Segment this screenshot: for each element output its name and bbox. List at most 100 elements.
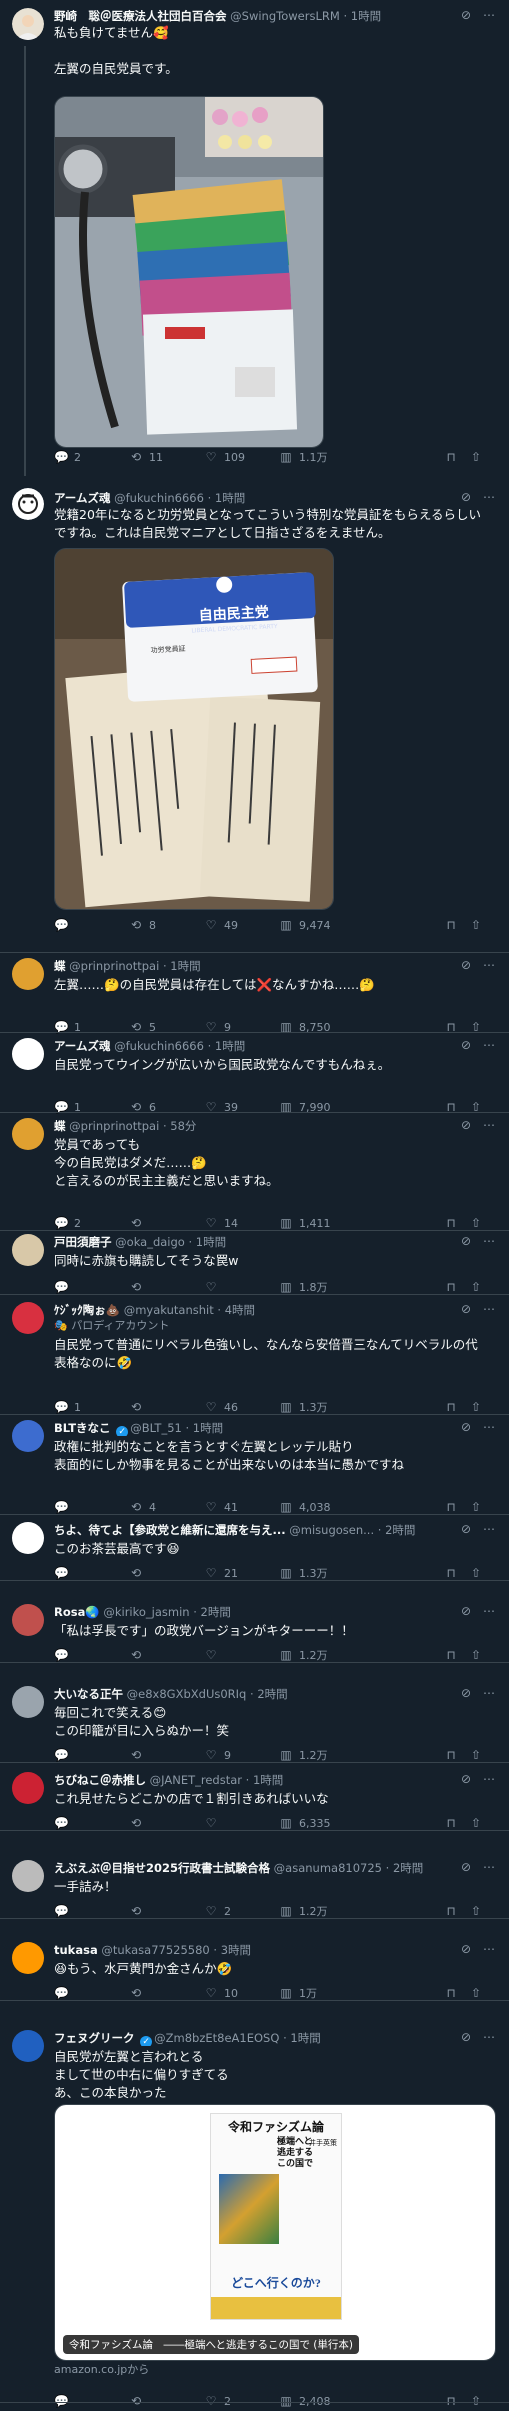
reply-button[interactable]: 💬 2 (54, 448, 81, 466)
display-name[interactable]: Rosa🌏 (54, 1605, 100, 1619)
handle[interactable]: @myakutanshit (124, 1303, 214, 1317)
like-button[interactable]: ♡ 9 (204, 1018, 231, 1036)
avatar[interactable] (12, 1604, 44, 1636)
timestamp[interactable]: 4時間 (225, 1303, 255, 1317)
avatar[interactable] (12, 1942, 44, 1974)
handle[interactable]: @fukuchin6666 (114, 491, 204, 505)
tweet[interactable]: フェヌグリーク ✓ @Zm8bzEt8eA1EOSQ · 1時間 ⊘ ⋯ 自民党が左翼と… (0, 2030, 509, 2408)
grok-icon[interactable]: ⊘ (459, 490, 473, 504)
share-button[interactable]: ⇧ (469, 916, 489, 934)
timestamp[interactable]: 1時間 (290, 2031, 320, 2045)
like-button[interactable]: ♡ 49 (204, 916, 238, 934)
avatar[interactable] (12, 1522, 44, 1554)
more-icon[interactable]: ⋯ (481, 8, 497, 22)
handle[interactable]: @prinprinottpai (69, 1119, 159, 1133)
avatar[interactable] (12, 8, 44, 40)
timestamp[interactable]: 1時間 (193, 1421, 223, 1435)
reply-button[interactable]: 💬 (54, 2392, 74, 2410)
more-icon[interactable]: ⋯ (481, 1522, 497, 1536)
tweet[interactable]: アームズ魂 @fukuchin6666 · 1時間 ⊘ ⋯ 党籍20年になると功… (0, 476, 509, 948)
tweet[interactable]: tukasa @tukasa77525580 · 3時間 ⊘ ⋯ 😆もう、水戸黄門か金… (0, 1942, 509, 2000)
bookmark-button[interactable]: ⊓ (444, 1098, 464, 1116)
more-icon[interactable]: ⋯ (481, 1118, 497, 1132)
tweet[interactable]: Rosa🌏 @kiriko_jasmin · 2時間 ⊘ ⋯ 「私は孚長です」の政党バ… (0, 1604, 509, 1662)
views-button[interactable]: ▥ 1.1万 (279, 448, 327, 466)
tweet[interactable]: ちよ、待てよ【参政党と維新に還席を与え... @misugosen... · 2… (0, 1522, 509, 1580)
share-button[interactable]: ⇧ (469, 448, 489, 466)
share-button[interactable]: ⇧ (469, 1018, 489, 1036)
retweet-button[interactable]: ⟲ (129, 2392, 149, 2410)
avatar[interactable] (12, 1118, 44, 1150)
like-button[interactable]: ♡ 39 (204, 1098, 238, 1116)
display-name[interactable]: tukasa (54, 1943, 98, 1957)
display-name[interactable]: 蝶 (54, 1119, 66, 1133)
tweet[interactable]: ｹｼﾞｯｸ陶ぉ💩 @myakutanshit · 4時間 ⊘ ⋯ 🎭 パロディアカウン… (0, 1302, 509, 1414)
handle[interactable]: @oka_daigo (115, 1235, 185, 1249)
avatar[interactable] (12, 1302, 44, 1334)
tweet[interactable]: アームズ魂 @fukuchin6666 · 1時間 ⊘ ⋯ 自民党ってウイングが広いか… (0, 1038, 509, 1114)
views-button[interactable]: ▥ 8,750 (279, 1018, 330, 1036)
card-domain[interactable]: amazon.co.jpから (54, 2362, 149, 2378)
reply-button[interactable]: 💬 (54, 916, 74, 934)
handle[interactable]: @kiriko_jasmin (103, 1605, 189, 1619)
grok-icon[interactable]: ⊘ (459, 1234, 473, 1248)
display-name[interactable]: アームズ魂 (54, 491, 110, 505)
grok-icon[interactable]: ⊘ (459, 1772, 473, 1786)
display-name[interactable]: アームズ魂 (54, 1039, 110, 1053)
tweet[interactable]: えぶえぶ＠目指せ2025行政書士試験合格 @asanuma810725 · 2時… (0, 1860, 509, 1918)
avatar[interactable] (12, 1038, 44, 1070)
tweet[interactable]: 大いなる正午 @e8x8GXbXdUs0RIq · 2時間 ⊘ ⋯ 毎回これで笑える😊… (0, 1686, 509, 1762)
reply-button[interactable]: 💬 1 (54, 1098, 81, 1116)
display-name[interactable]: 戸田須磨子 (54, 1235, 112, 1249)
more-icon[interactable]: ⋯ (481, 1302, 497, 1316)
timestamp[interactable]: 58分 (170, 1119, 196, 1133)
avatar[interactable] (12, 1860, 44, 1892)
handle[interactable]: @tukasa77525580 (101, 1943, 209, 1957)
timestamp[interactable]: 1時間 (215, 1039, 245, 1053)
tweet[interactable]: 野崎 聡＠医療法人社団白百合会 @SwingTowersLRM · 1時間 ⊘ … (0, 8, 509, 476)
display-name[interactable]: BLTきなこ (54, 1421, 111, 1435)
share-button[interactable]: ⇧ (469, 2392, 489, 2410)
avatar[interactable] (12, 2030, 44, 2062)
tweet[interactable]: ちびねこ＠赤推し @JANET_redstar · 1時間 ⊘ ⋯ これ見せたらどこか… (0, 1772, 509, 1830)
more-icon[interactable]: ⋯ (481, 2030, 497, 2044)
display-name[interactable]: ちびねこ＠赤推し (54, 1773, 146, 1787)
link-card[interactable]: 令和ファシズム論 極端へと 逃走する この国で 井手英策 どこへ行くのか? 令和… (54, 2104, 496, 2361)
more-icon[interactable]: ⋯ (481, 1860, 497, 1874)
grok-icon[interactable]: ⊘ (459, 1860, 473, 1874)
display-name[interactable]: 蝶 (54, 959, 66, 973)
timestamp[interactable]: 1時間 (253, 1773, 283, 1787)
more-icon[interactable]: ⋯ (481, 1604, 497, 1618)
tweet[interactable]: 蝶 @prinprinottpai · 1時間 ⊘ ⋯ 左翼……🤔の自民党員は存在して… (0, 958, 509, 1034)
handle[interactable]: @Zm8bzEt8eA1EOSQ (154, 2031, 279, 2045)
handle[interactable]: @fukuchin6666 (114, 1039, 204, 1053)
retweet-button[interactable]: ⟲ 8 (129, 916, 156, 934)
timestamp[interactable]: 2時間 (393, 1861, 423, 1875)
grok-icon[interactable]: ⊘ (459, 1118, 473, 1132)
handle[interactable]: @asanuma810725 (274, 1861, 382, 1875)
grok-icon[interactable]: ⊘ (459, 958, 473, 972)
avatar[interactable] (12, 1772, 44, 1804)
tweet-image[interactable]: 自由民主党 LIBERAL DEMOCRATIC PARTY 功労党員証 (54, 548, 334, 910)
tweet[interactable]: 戸田須磨子 @oka_daigo · 1時間 ⊘ ⋯ 同時に赤旗も購読してそうな罠w 💬… (0, 1234, 509, 1294)
display-name[interactable]: ちよ、待てよ【参政党と維新に還席を与え... (54, 1523, 286, 1537)
handle[interactable]: @BLT_51 (130, 1421, 182, 1435)
avatar[interactable] (12, 1686, 44, 1718)
grok-icon[interactable]: ⊘ (459, 1604, 473, 1618)
handle[interactable]: @SwingTowersLRM (230, 9, 340, 23)
grok-icon[interactable]: ⊘ (459, 1942, 473, 1956)
timestamp[interactable]: 1時間 (351, 9, 381, 23)
timestamp[interactable]: 1時間 (196, 1235, 226, 1249)
retweet-button[interactable]: ⟲ 11 (129, 448, 163, 466)
timestamp[interactable]: 2時間 (201, 1605, 231, 1619)
bookmark-button[interactable]: ⊓ (444, 448, 464, 466)
handle[interactable]: @e8x8GXbXdUs0RIq (127, 1687, 247, 1701)
more-icon[interactable]: ⋯ (481, 490, 497, 504)
grok-icon[interactable]: ⊘ (459, 1686, 473, 1700)
avatar[interactable] (12, 1420, 44, 1452)
views-button[interactable]: ▥ 9,474 (279, 916, 330, 934)
tweet-image[interactable] (54, 96, 324, 448)
tweet[interactable]: 蝶 @prinprinottpai · 58分 ⊘ ⋯ 党員であっても 今の自民党はダ… (0, 1118, 509, 1230)
more-icon[interactable]: ⋯ (481, 1772, 497, 1786)
bookmark-button[interactable]: ⊓ (444, 916, 464, 934)
